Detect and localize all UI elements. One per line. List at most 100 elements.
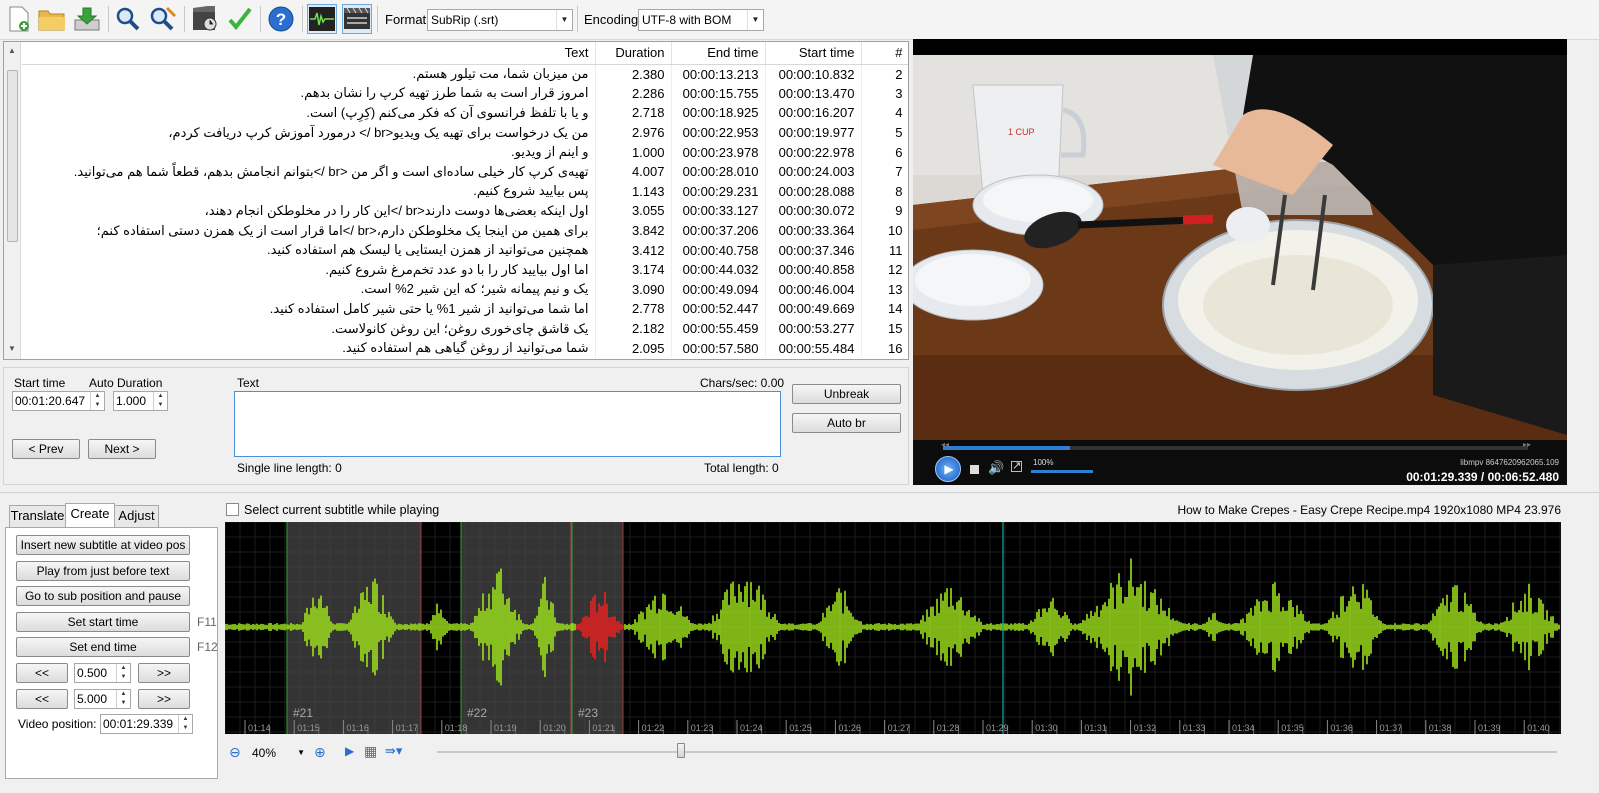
volume-slider[interactable] [1031, 470, 1093, 473]
go-to-sub-position-button[interactable]: Go to sub position and pause [16, 586, 190, 606]
table-row[interactable]: من میزبان شما، مت تیلور هستم. 2.380 00:00:… [22, 64, 908, 84]
format-select[interactable]: SubRip (.srt) ▼ [427, 9, 573, 31]
col-header-number[interactable]: # [861, 42, 908, 65]
cell-text: اول اینکه بعضی‌ها دوست دارند<br />این کا… [22, 201, 596, 221]
table-row[interactable]: یک و نیم پیمانه شیر؛ که این شیر 2% است. 3… [22, 279, 908, 300]
play-selection-icon[interactable]: ▶ [345, 744, 354, 758]
spell-check-icon[interactable] [225, 4, 255, 34]
subtitle-text-editor[interactable] [234, 391, 781, 457]
select-current-checkbox[interactable] [226, 503, 239, 516]
prev-button[interactable]: < Prev [12, 439, 80, 459]
spin-arrows-icon[interactable]: ▲ ▼ [178, 715, 192, 733]
table-row[interactable]: برای همین من اینجا یک مخلوطکن دارم،<br /… [22, 220, 908, 241]
play-icon[interactable]: ▶ [935, 456, 961, 482]
table-row[interactable]: همچنین می‌توانید از همزن ایستایی یا لیسک… [22, 240, 908, 260]
table-row[interactable]: اما اول بیایید کار را با دو عدد تخم‌مرغ … [22, 259, 908, 280]
cell-text: و اینم از ویدیو. [22, 142, 596, 162]
tab-translate[interactable]: Translate [9, 505, 66, 527]
scrollbar-thumb[interactable] [7, 70, 18, 242]
tab-create[interactable]: Create [65, 503, 115, 527]
video-toggle-icon[interactable] [342, 4, 372, 34]
waveform-toggle-icon[interactable] [307, 4, 337, 34]
spin-arrows-icon[interactable]: ▲ ▼ [116, 664, 130, 682]
back-small-button[interactable]: << [16, 663, 68, 683]
small-step-input[interactable]: 0.500 ▲ ▼ [74, 663, 131, 683]
open-folder-icon[interactable] [37, 4, 67, 34]
col-header-text[interactable]: Text [22, 42, 596, 65]
insert-new-subtitle-button[interactable]: Insert new subtitle at video pos [16, 535, 190, 555]
scroll-up-icon[interactable]: ▲ [8, 46, 16, 55]
audio-waveform[interactable]: #21 #22 #23 01:14 01:15 01:16 01:17 01:18 01:19 0… [225, 522, 1561, 734]
table-row[interactable]: و اینم از ویدیو. 1.000 00:00:23.978 00:00:2… [22, 142, 908, 162]
rewind-icon[interactable]: ◂◂ [941, 440, 949, 449]
vertical-scrollbar[interactable]: ▲ ▼ [4, 42, 21, 359]
video-file-info: How to Make Crepes - Easy Crepe Recipe.m… [1177, 503, 1561, 517]
tab-adjust[interactable]: Adjust [114, 505, 159, 527]
cell-start-time: 00:00:22.978 [765, 142, 862, 162]
auto-br-button[interactable]: Auto br [792, 413, 901, 433]
time-tick-label: 01:40 [1527, 723, 1550, 733]
find-icon[interactable] [113, 4, 143, 34]
video-position-input[interactable]: 00:01:29.339 ▲ ▼ [100, 714, 193, 734]
visual-sync-icon[interactable] [190, 4, 220, 34]
table-row[interactable]: اما شما می‌توانید از شیر 1% یا حتی شیر ک… [22, 299, 908, 319]
waveform-zoom-track[interactable] [437, 751, 1557, 753]
fast-forward-icon[interactable]: ▸▸ [1523, 440, 1531, 449]
back-large-button[interactable]: << [16, 689, 68, 709]
cell-start-time: 00:00:13.470 [765, 83, 862, 104]
time-tick-label: 01:14 [248, 723, 271, 733]
table-row[interactable]: اول اینکه بعضی‌ها دوست دارند<br />این کا… [22, 201, 908, 221]
cell-text: تهیه‌ی کرپ کار خیلی ساده‌ای است و اگر من… [22, 161, 596, 182]
save-download-icon[interactable] [72, 4, 102, 34]
zoom-in-icon[interactable]: ⊕ [314, 744, 326, 761]
table-row[interactable]: و یا با تلفظ فرانسوی آن که فکر می‌کنم (ک… [22, 103, 908, 123]
col-header-start-time[interactable]: Start time [765, 42, 862, 65]
scroll-down-icon[interactable]: ▼ [8, 344, 16, 353]
table-row[interactable]: امروز قرار است به شما طرز تهیه کرپ را نش… [22, 83, 908, 104]
video-position-label: Video position: [18, 717, 97, 731]
time-tick-label: 01:23 [691, 723, 714, 733]
col-header-duration[interactable]: Duration [595, 42, 672, 65]
table-row[interactable]: یک قاشق چای‌خوری روغن؛ این روغن کانولاست… [22, 318, 908, 339]
subtitle-list[interactable]: ▲ ▼ Text Duration End time Start time # … [3, 41, 909, 360]
spin-arrows-icon[interactable]: ▲ ▼ [116, 690, 130, 708]
start-time-input[interactable]: 00:01:20.647 ▲ ▼ [12, 391, 105, 411]
spin-arrows-icon[interactable]: ▲ ▼ [90, 392, 104, 410]
col-header-end-time[interactable]: End time [671, 42, 766, 65]
play-before-text-button[interactable]: Play from just before text [16, 561, 190, 581]
grid-icon[interactable]: ▦ [364, 743, 377, 760]
unbreak-button[interactable]: Unbreak [792, 384, 901, 404]
new-file-icon[interactable] [4, 4, 34, 34]
zoom-select[interactable]: 40% ▼ [249, 743, 307, 763]
video-player[interactable]: 1 CUP ◂◂ ▸▸ ▶ 🔊 ↗ 100% libmpv 8647620962… [913, 39, 1567, 485]
set-end-time-button[interactable]: Set end time [16, 637, 190, 657]
more-options-icon[interactable]: ⇛▾ [385, 743, 402, 759]
table-row[interactable]: تهیه‌ی کرپ کار خیلی ساده‌ای است و اگر من… [22, 161, 908, 182]
replace-icon[interactable] [148, 4, 178, 34]
cell-number: 2 [861, 64, 908, 84]
set-start-time-button[interactable]: Set start time [16, 612, 190, 632]
table-row[interactable]: من یک درخواست برای تهیه یک ویدیو<br /> د… [22, 122, 908, 143]
forward-large-button[interactable]: >> [138, 689, 190, 709]
fullscreen-icon[interactable]: ↗ [1011, 461, 1022, 472]
forward-small-button[interactable]: >> [138, 663, 190, 683]
time-tick-label: 01:24 [740, 723, 763, 733]
table-row[interactable]: پس بیایید شروع کنیم. 1.143 00:00:29.231 00:… [22, 181, 908, 202]
large-step-input[interactable]: 5.000 ▲ ▼ [74, 689, 131, 709]
help-icon[interactable]: ? [266, 4, 296, 34]
subtitle-region-label: #23 [578, 706, 598, 720]
waveform-zoom-thumb[interactable] [677, 743, 685, 758]
encoding-select[interactable]: UTF-8 with BOM ▼ [638, 9, 764, 31]
table-row[interactable]: شما می‌توانید از روغن گیاهی هم استفاده ک… [22, 338, 908, 358]
stop-icon[interactable] [970, 465, 979, 474]
duration-input[interactable]: 1.000 ▲ ▼ [113, 391, 168, 411]
waveform-toolbar: ⊖ 40% ▼ ⊕ ▶ ▦ ⇛▾ [225, 739, 1561, 767]
spin-arrows-icon[interactable]: ▲ ▼ [153, 392, 167, 410]
next-button[interactable]: Next > [88, 439, 156, 459]
zoom-out-icon[interactable]: ⊖ [229, 744, 241, 761]
cell-duration: 2.778 [595, 299, 672, 319]
volume-icon[interactable]: 🔊 [988, 460, 1004, 476]
select-current-label: Select current subtitle while playing [244, 503, 440, 517]
seek-track[interactable] [943, 446, 1528, 450]
splitter[interactable] [0, 492, 1599, 493]
